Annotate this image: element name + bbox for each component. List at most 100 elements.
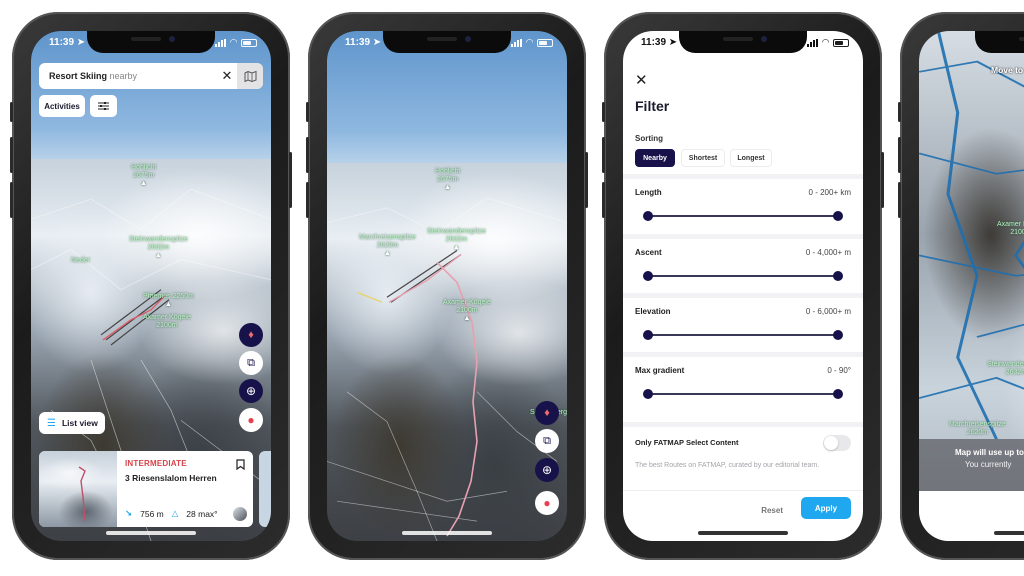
slider-max-handle[interactable] xyxy=(833,271,843,281)
list-view-button[interactable]: ☰ List view xyxy=(39,412,105,434)
clear-search-icon[interactable]: ✕ xyxy=(217,68,237,84)
slider-max-handle[interactable] xyxy=(833,330,843,340)
slider-max-handle[interactable] xyxy=(833,211,843,221)
wifi-icon: ◠ xyxy=(822,37,829,47)
home-indicator xyxy=(994,531,1024,535)
globe-icon: ⊕ xyxy=(245,384,257,398)
record-icon: ● xyxy=(543,496,551,510)
screen: Axamer Kögele2100m Steinwandenspitze2632… xyxy=(919,31,1024,541)
phone-filter: 11:39 ➤ ◠ ✕ Filter Sorting Nearby Shorte… xyxy=(602,12,884,560)
filter-button[interactable] xyxy=(90,95,117,117)
wifi-icon: ◠ xyxy=(526,37,533,47)
globe-icon: ⊕ xyxy=(541,463,553,477)
page-title: Filter xyxy=(635,98,670,114)
screen: 11:39 ➤ ◠ ✕ Filter Sorting Nearby Shorte… xyxy=(623,31,863,541)
home-indicator xyxy=(106,531,196,535)
record-button[interactable]: ● xyxy=(535,491,559,515)
filter-panel: 11:39 ➤ ◠ ✕ Filter Sorting Nearby Shorte… xyxy=(623,31,863,541)
search-bar[interactable]: Resort Skiing nearby ✕ xyxy=(39,63,263,89)
compass-button[interactable]: ♦ xyxy=(535,401,559,425)
gradient-value: 28 max° xyxy=(186,508,218,519)
sort-nearby[interactable]: Nearby xyxy=(635,149,675,167)
elevation-range-slider[interactable] xyxy=(643,330,843,340)
next-route-card[interactable] xyxy=(259,451,271,527)
route-card[interactable]: INTERMEDIATE 3 Riesenslalom Herren ↘ 756 … xyxy=(39,451,253,527)
list-icon: ☰ xyxy=(47,417,56,429)
layers-button[interactable]: ⧉ xyxy=(239,351,263,375)
route-thumbnail xyxy=(39,451,117,527)
globe-button[interactable]: ⊕ xyxy=(239,379,263,403)
screen: Hohlicht 2675m ▲ Marchreisenspitze 2620m ▲ S… xyxy=(327,31,567,541)
apply-button[interactable]: Apply xyxy=(801,497,851,519)
peak-label: Marchreisenspitze 2620m ▲ xyxy=(359,234,416,257)
map-download-button[interactable] xyxy=(237,63,263,89)
signal-icon xyxy=(807,38,819,47)
slider-max-handle[interactable] xyxy=(833,389,843,399)
terrain-map[interactable] xyxy=(327,163,567,541)
close-icon[interactable]: ✕ xyxy=(635,71,648,89)
peak-label: Axamer Kögele 2100m ▲ xyxy=(443,299,491,322)
route-title: 3 Riesenslalom Herren xyxy=(125,473,217,483)
search-input[interactable]: Resort Skiing nearby xyxy=(39,71,217,81)
difficulty-label: INTERMEDIATE xyxy=(125,459,187,468)
peak-label: Neder xyxy=(71,257,91,264)
select-content-row: Only FATMAP Select Content The best Rout… xyxy=(623,422,863,490)
phone-offline-map: Axamer Kögele2100m Steinwandenspitze2632… xyxy=(898,12,1024,560)
wifi-icon: ◠ xyxy=(230,37,237,47)
sort-longest[interactable]: Longest xyxy=(730,149,772,167)
reset-button[interactable]: Reset xyxy=(761,506,783,515)
activities-button[interactable]: Activities xyxy=(39,95,85,117)
peak-label: Hohlicht 2675m ▲ xyxy=(131,164,157,187)
compass-icon: ♦ xyxy=(248,329,254,341)
battery-icon xyxy=(833,38,849,47)
elevation-filter: Elevation 0 - 6,000+ m xyxy=(623,293,863,349)
gradient-range-slider[interactable] xyxy=(643,389,843,399)
record-button[interactable]: ● xyxy=(239,408,263,432)
max-gradient-filter: Max gradient 0 - 90° xyxy=(623,352,863,408)
compass-icon: ♦ xyxy=(544,407,550,419)
ascent-range-slider[interactable] xyxy=(643,271,843,281)
layers-button[interactable]: ⧉ xyxy=(535,429,559,453)
slider-min-handle[interactable] xyxy=(643,389,653,399)
map-download-icon xyxy=(244,70,256,82)
screen: Hohlicht 2675m ▲ Steinwandenspitze 2632m ▲ N… xyxy=(31,31,271,541)
phone-map-search: Hohlicht 2675m ▲ Steinwandenspitze 2632m ▲ N… xyxy=(10,12,292,560)
ascent-filter: Ascent 0 - 4,000+ m xyxy=(623,234,863,290)
battery-icon xyxy=(537,38,553,47)
peak-label: Steinwandenspitze 2632m ▲ xyxy=(129,236,188,259)
layers-icon: ⧉ xyxy=(247,356,255,369)
peak-label: Hohlicht 2675m ▲ xyxy=(435,168,461,191)
sliders-icon xyxy=(98,102,109,110)
descent-icon: ↘ xyxy=(125,508,133,518)
peak-label: Steinwandenspitze 2632m ▲ xyxy=(427,228,486,251)
phone-map-3d: Hohlicht 2675m ▲ Marchreisenspitze 2620m ▲ S… xyxy=(306,12,588,560)
signal-icon xyxy=(511,38,523,47)
home-indicator xyxy=(698,531,788,535)
storage-banner: Map will use up to You currently xyxy=(919,439,1024,491)
slider-min-handle[interactable] xyxy=(643,330,653,340)
peak-label: Axamer Kögele2100m xyxy=(143,314,191,329)
layers-icon: ⧉ xyxy=(543,434,551,447)
list-view-label: List view xyxy=(61,418,98,428)
slider-min-handle[interactable] xyxy=(643,271,653,281)
record-icon: ● xyxy=(247,413,255,427)
sorting-label: Sorting xyxy=(635,134,663,143)
length-filter: Length 0 - 200+ km xyxy=(623,174,863,230)
battery-icon xyxy=(241,38,257,47)
peak-label: Pfriemes 2250m ▲ xyxy=(143,293,194,308)
slider-min-handle[interactable] xyxy=(643,211,653,221)
peak-label: Steinwandenspitze2632m xyxy=(987,361,1024,376)
peak-label: Axamer Kögele2100m xyxy=(997,221,1024,236)
move-hint: Move to xyxy=(991,65,1024,75)
length-range-slider[interactable] xyxy=(643,211,843,221)
bookmark-icon[interactable] xyxy=(236,457,245,475)
signal-icon xyxy=(215,38,227,47)
select-content-toggle[interactable] xyxy=(823,435,851,451)
gradient-icon: △ xyxy=(171,508,179,518)
author-avatar xyxy=(233,507,247,521)
home-indicator xyxy=(402,531,492,535)
globe-button[interactable]: ⊕ xyxy=(535,458,559,482)
sort-shortest[interactable]: Shortest xyxy=(681,149,725,167)
compass-button[interactable]: ♦ xyxy=(239,323,263,347)
descent-value: 756 m xyxy=(140,508,164,519)
